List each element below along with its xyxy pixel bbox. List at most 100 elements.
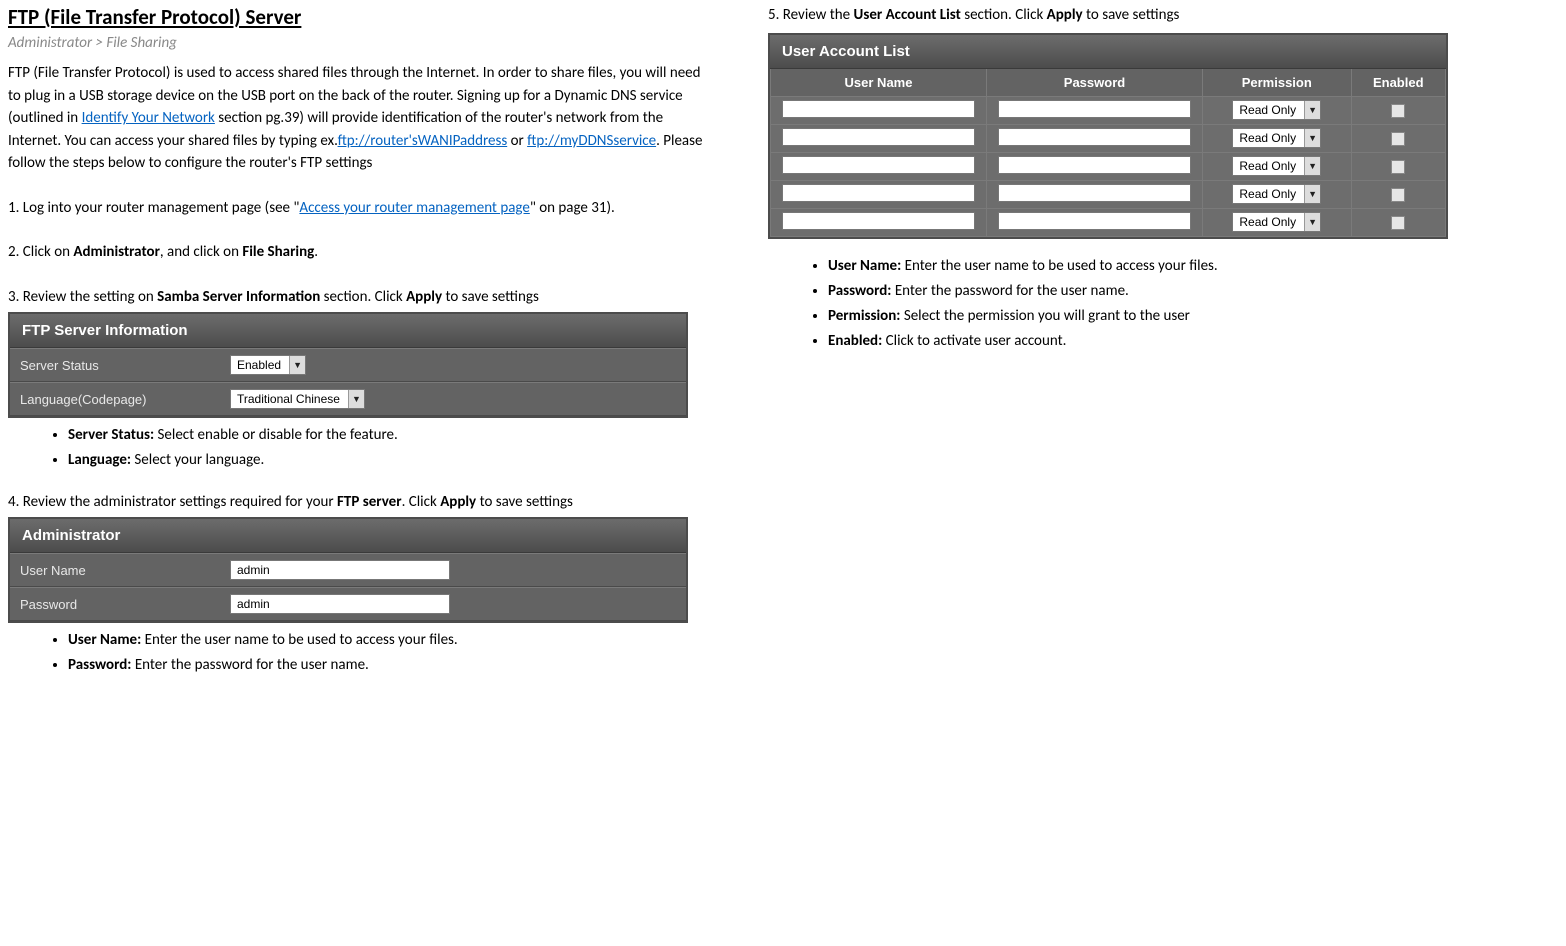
bold: Language:: [68, 451, 131, 469]
cell-enabled: [1351, 152, 1446, 180]
list-item: Permission: Select the permission you wi…: [828, 305, 1448, 328]
cell-enabled: [1351, 96, 1446, 124]
step-2: 2. Click on Administrator, and click on …: [8, 241, 708, 264]
step-text: .: [314, 243, 318, 261]
step-text: 2. Click on: [8, 243, 73, 261]
list-item: Enabled: Click to activate user account.: [828, 330, 1448, 353]
text: Enter the password for the user name.: [131, 656, 368, 674]
language-dropdown[interactable]: Traditional Chinese ▼: [230, 389, 365, 409]
table-row: Read Only▼: [771, 152, 1446, 180]
col-header-enabled: Enabled: [1351, 69, 1446, 97]
bold: Server Status:: [68, 426, 154, 444]
cell-permission: Read Only▼: [1203, 208, 1352, 236]
cell-username: [771, 124, 987, 152]
permission-dropdown[interactable]: Read Only▼: [1232, 212, 1321, 232]
bold: Password:: [828, 282, 891, 300]
username-input[interactable]: [782, 128, 975, 146]
label: Server Status: [20, 358, 230, 373]
label: Language(Codepage): [20, 392, 230, 407]
enabled-checkbox[interactable]: [1391, 132, 1405, 146]
username-input[interactable]: [782, 156, 975, 174]
step-text: to save settings: [442, 288, 539, 306]
step-text: section. Click: [320, 288, 406, 306]
table-row: Read Only▼: [771, 180, 1446, 208]
link-ftp-wan[interactable]: ftp://router'sWANIPaddress: [338, 132, 508, 150]
breadcrumb: Administrator > File Sharing: [8, 34, 708, 52]
list-item: Server Status: Select enable or disable …: [68, 424, 708, 447]
dropdown-value: Enabled: [231, 356, 289, 374]
bold: User Name:: [828, 257, 901, 275]
cell-permission: Read Only▼: [1203, 180, 1352, 208]
permission-dropdown[interactable]: Read Only▼: [1232, 128, 1321, 148]
step-text: section. Click: [961, 6, 1047, 24]
link-access-router[interactable]: Access your router management page: [299, 199, 529, 217]
link-identify-network[interactable]: Identify Your Network: [82, 109, 215, 127]
permission-dropdown[interactable]: Read Only▼: [1232, 156, 1321, 176]
cell-password: [987, 208, 1203, 236]
bullets-user-account: User Name: Enter the user name to be use…: [768, 255, 1448, 354]
bold: File Sharing: [242, 243, 314, 261]
text: Select enable or disable for the feature…: [154, 426, 398, 444]
username-input[interactable]: admin: [230, 560, 450, 580]
label: User Name: [20, 563, 230, 578]
cell-password: [987, 124, 1203, 152]
permission-dropdown[interactable]: Read Only▼: [1232, 100, 1321, 120]
bold: Apply: [1047, 6, 1083, 24]
step-3: 3. Review the setting on Samba Server In…: [8, 286, 708, 309]
left-column: FTP (File Transfer Protocol) Server Admi…: [8, 4, 708, 680]
text: Click to activate user account.: [882, 332, 1066, 350]
step-text: 5. Review the: [768, 6, 854, 24]
password-input[interactable]: [998, 128, 1191, 146]
col-header-permission: Permission: [1203, 69, 1352, 97]
step-text: to save settings: [1083, 6, 1180, 24]
cell-username: [771, 96, 987, 124]
text: Select the permission you will grant to …: [900, 307, 1189, 325]
password-input[interactable]: [998, 184, 1191, 202]
bold: Administrator: [73, 243, 160, 261]
table-header-row: User Name Password Permission Enabled: [771, 69, 1446, 97]
chevron-down-icon: ▼: [1304, 101, 1320, 119]
cell-enabled: [1351, 180, 1446, 208]
cell-password: [987, 96, 1203, 124]
username-input[interactable]: [782, 184, 975, 202]
bullets-server-info: Server Status: Select enable or disable …: [8, 424, 708, 473]
table-row: Read Only▼: [771, 124, 1446, 152]
enabled-checkbox[interactable]: [1391, 216, 1405, 230]
list-item: User Name: Enter the user name to be use…: [68, 629, 708, 652]
link-ftp-ddns[interactable]: ftp://myDDNSservice: [527, 132, 656, 150]
chevron-down-icon: ▼: [1304, 185, 1320, 203]
chevron-down-icon: ▼: [1304, 213, 1320, 231]
step-1: 1. Log into your router management page …: [8, 197, 708, 220]
cell-username: [771, 180, 987, 208]
password-input[interactable]: [998, 100, 1191, 118]
username-input[interactable]: [782, 100, 975, 118]
permission-dropdown[interactable]: Read Only▼: [1232, 184, 1321, 204]
cell-username: [771, 152, 987, 180]
password-input[interactable]: [998, 212, 1191, 230]
cell-password: [987, 152, 1203, 180]
table-row: Read Only▼: [771, 96, 1446, 124]
col-header-password: Password: [987, 69, 1203, 97]
enabled-checkbox[interactable]: [1391, 188, 1405, 202]
intro-paragraph: FTP (File Transfer Protocol) is used to …: [8, 62, 708, 175]
administrator-panel: Administrator User Name admin Password a…: [8, 517, 688, 623]
step-text: 4. Review the administrator settings req…: [8, 493, 337, 511]
enabled-checkbox[interactable]: [1391, 160, 1405, 174]
step-text: 1. Log into your router management page …: [8, 199, 299, 217]
cell-password: [987, 180, 1203, 208]
enabled-checkbox[interactable]: [1391, 104, 1405, 118]
user-account-list-panel: User Account List User Name Password Per…: [768, 33, 1448, 239]
bold: Password:: [68, 656, 131, 674]
bold: Samba Server Information: [157, 288, 320, 306]
step-4: 4. Review the administrator settings req…: [8, 491, 708, 514]
username-input[interactable]: [782, 212, 975, 230]
chevron-down-icon: ▼: [348, 390, 364, 408]
server-status-dropdown[interactable]: Enabled ▼: [230, 355, 306, 375]
row-username: User Name admin: [10, 553, 686, 587]
password-input[interactable]: [998, 156, 1191, 174]
list-item: Password: Enter the password for the use…: [828, 280, 1448, 303]
step-text: " on page 31).: [530, 199, 615, 217]
password-input[interactable]: admin: [230, 594, 450, 614]
bold: Permission:: [828, 307, 900, 325]
dropdown-value: Read Only: [1233, 157, 1304, 175]
